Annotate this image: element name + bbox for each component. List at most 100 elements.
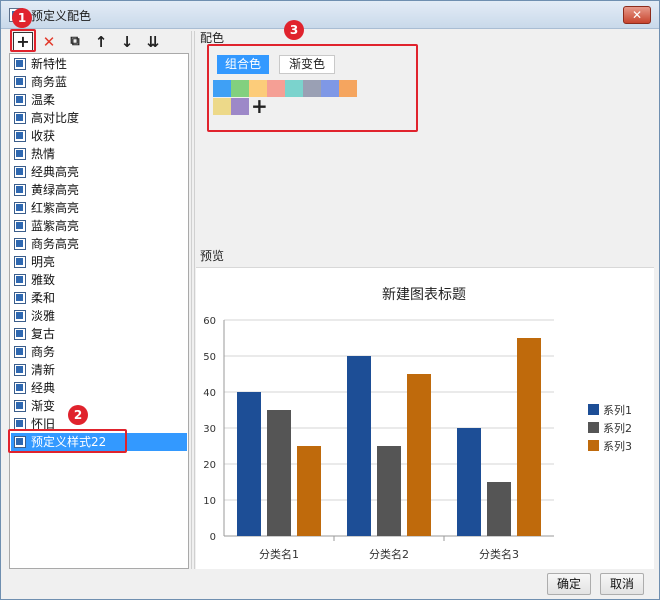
style-icon [14, 184, 26, 196]
list-item[interactable]: 经典 [11, 379, 187, 397]
legend-swatch [588, 404, 599, 415]
bar [407, 374, 431, 536]
bar [237, 392, 261, 536]
list-item[interactable]: 高对比度 [11, 109, 187, 127]
chart-title: 新建图表标题 [382, 287, 466, 303]
list-item[interactable]: 复古 [11, 325, 187, 343]
list-item-label: 黄绿高亮 [31, 183, 80, 197]
list-item-label: 红紫高亮 [31, 201, 80, 215]
style-icon [14, 130, 26, 142]
style-icon [14, 310, 26, 322]
legend-swatch [588, 422, 599, 433]
bar [487, 482, 511, 536]
bar [297, 446, 321, 536]
list-item[interactable]: 柔和 [11, 289, 187, 307]
style-icon [14, 166, 26, 178]
list-item-label: 高对比度 [31, 111, 80, 125]
y-tick-label: 0 [210, 532, 216, 543]
legend-label: 系列1 [603, 403, 632, 417]
bar [267, 410, 291, 536]
predefined-palette-dialog: 预定义配色 ✕ + ✕ ⧉ ↑ ↓ ⇊ 新特性 商务蓝 温柔 高对比度 收获 热情 经典高亮… [0, 0, 660, 600]
style-icon [14, 94, 26, 106]
style-list-panel: + ✕ ⧉ ↑ ↓ ⇊ 新特性 商务蓝 温柔 高对比度 收获 热情 经典高亮 黄绿高亮 红紫高亮… [9, 31, 189, 569]
list-item-label: 淡雅 [31, 309, 56, 323]
list-item[interactable]: 商务高亮 [11, 235, 187, 253]
list-item-label: 收获 [31, 129, 56, 143]
annotation-badge-3: 3 [284, 20, 304, 40]
y-tick-label: 30 [203, 424, 216, 435]
list-item-label: 商务 [31, 345, 56, 359]
list-item[interactable]: 清新 [11, 361, 187, 379]
style-icon [14, 76, 26, 88]
title-bar: 预定义配色 ✕ [1, 1, 659, 29]
list-item[interactable]: 明亮 [11, 253, 187, 271]
list-item[interactable]: 收获 [11, 127, 187, 145]
list-item[interactable]: 红紫高亮 [11, 199, 187, 217]
list-item-label: 复古 [31, 327, 56, 341]
style-list: 新特性商务蓝温柔高对比度收获热情经典高亮黄绿高亮红紫高亮蓝紫高亮商务高亮明亮雅致… [9, 53, 189, 569]
style-icon [14, 112, 26, 124]
annotation-box-2 [8, 429, 127, 453]
annotation-box-1 [10, 29, 36, 52]
annotation-badge-2: 2 [68, 405, 88, 425]
style-icon [14, 256, 26, 268]
list-item-label: 蓝紫高亮 [31, 219, 80, 233]
list-item-label: 温柔 [31, 93, 56, 107]
delete-icon[interactable]: ✕ [39, 32, 59, 52]
list-item[interactable]: 蓝紫高亮 [11, 217, 187, 235]
style-icon [14, 274, 26, 286]
style-icon [14, 58, 26, 70]
list-item[interactable]: 黄绿高亮 [11, 181, 187, 199]
list-item[interactable]: 渐变 [11, 397, 187, 415]
move-down-icon[interactable]: ↓ [117, 32, 137, 52]
sort-icon[interactable]: ⇊ [143, 32, 163, 52]
annotation-box-3 [207, 44, 418, 132]
bar-chart: 新建图表标题 0 10 20 30 40 50 60 分类名1 分类名2 分类名3 系列1 系列2 系列… [203, 287, 632, 561]
list-item[interactable]: 商务 [11, 343, 187, 361]
bar [377, 446, 401, 536]
y-tick-label: 10 [203, 496, 216, 507]
y-tick-label: 60 [203, 316, 216, 327]
bar [457, 428, 481, 536]
list-item-label: 明亮 [31, 255, 56, 269]
annotation-badge-1: 1 [12, 8, 32, 28]
window-title: 预定义配色 [31, 9, 92, 23]
style-icon [14, 382, 26, 394]
list-item-label: 经典高亮 [31, 165, 80, 179]
list-item[interactable]: 新特性 [11, 55, 187, 73]
style-icon [14, 220, 26, 232]
list-item-label: 热情 [31, 147, 56, 161]
style-icon [14, 346, 26, 358]
panel-splitter[interactable] [191, 31, 195, 569]
ok-button[interactable]: 确定 [547, 573, 591, 595]
list-item[interactable]: 雅致 [11, 271, 187, 289]
y-tick-label: 50 [203, 352, 216, 363]
list-item-label: 经典 [31, 381, 56, 395]
style-icon [14, 364, 26, 376]
style-icon [14, 400, 26, 412]
list-item[interactable]: 热情 [11, 145, 187, 163]
style-icon [14, 202, 26, 214]
preview-section-label: 预览 [200, 249, 225, 263]
list-item-label: 渐变 [31, 399, 56, 413]
legend-label: 系列2 [603, 421, 632, 435]
legend-label: 系列3 [603, 439, 632, 453]
close-button[interactable]: ✕ [623, 6, 651, 24]
y-tick-label: 40 [203, 388, 216, 399]
list-item[interactable]: 商务蓝 [11, 73, 187, 91]
chart-preview: 新建图表标题 0 10 20 30 40 50 60 分类名1 分类名2 分类名3 系列1 系列2 系列… [196, 267, 654, 569]
list-item[interactable]: 温柔 [11, 91, 187, 109]
x-tick-label: 分类名2 [369, 547, 409, 561]
list-item-label: 商务高亮 [31, 237, 80, 251]
list-item[interactable]: 经典高亮 [11, 163, 187, 181]
list-item-label: 商务蓝 [31, 75, 68, 89]
cancel-button[interactable]: 取消 [600, 573, 644, 595]
bar [517, 338, 541, 536]
list-item[interactable]: 淡雅 [11, 307, 187, 325]
list-item-label: 清新 [31, 363, 56, 377]
list-item-label: 柔和 [31, 291, 56, 305]
x-tick-label: 分类名1 [259, 547, 299, 561]
copy-icon[interactable]: ⧉ [65, 32, 85, 52]
move-up-icon[interactable]: ↑ [91, 32, 111, 52]
bar [347, 356, 371, 536]
